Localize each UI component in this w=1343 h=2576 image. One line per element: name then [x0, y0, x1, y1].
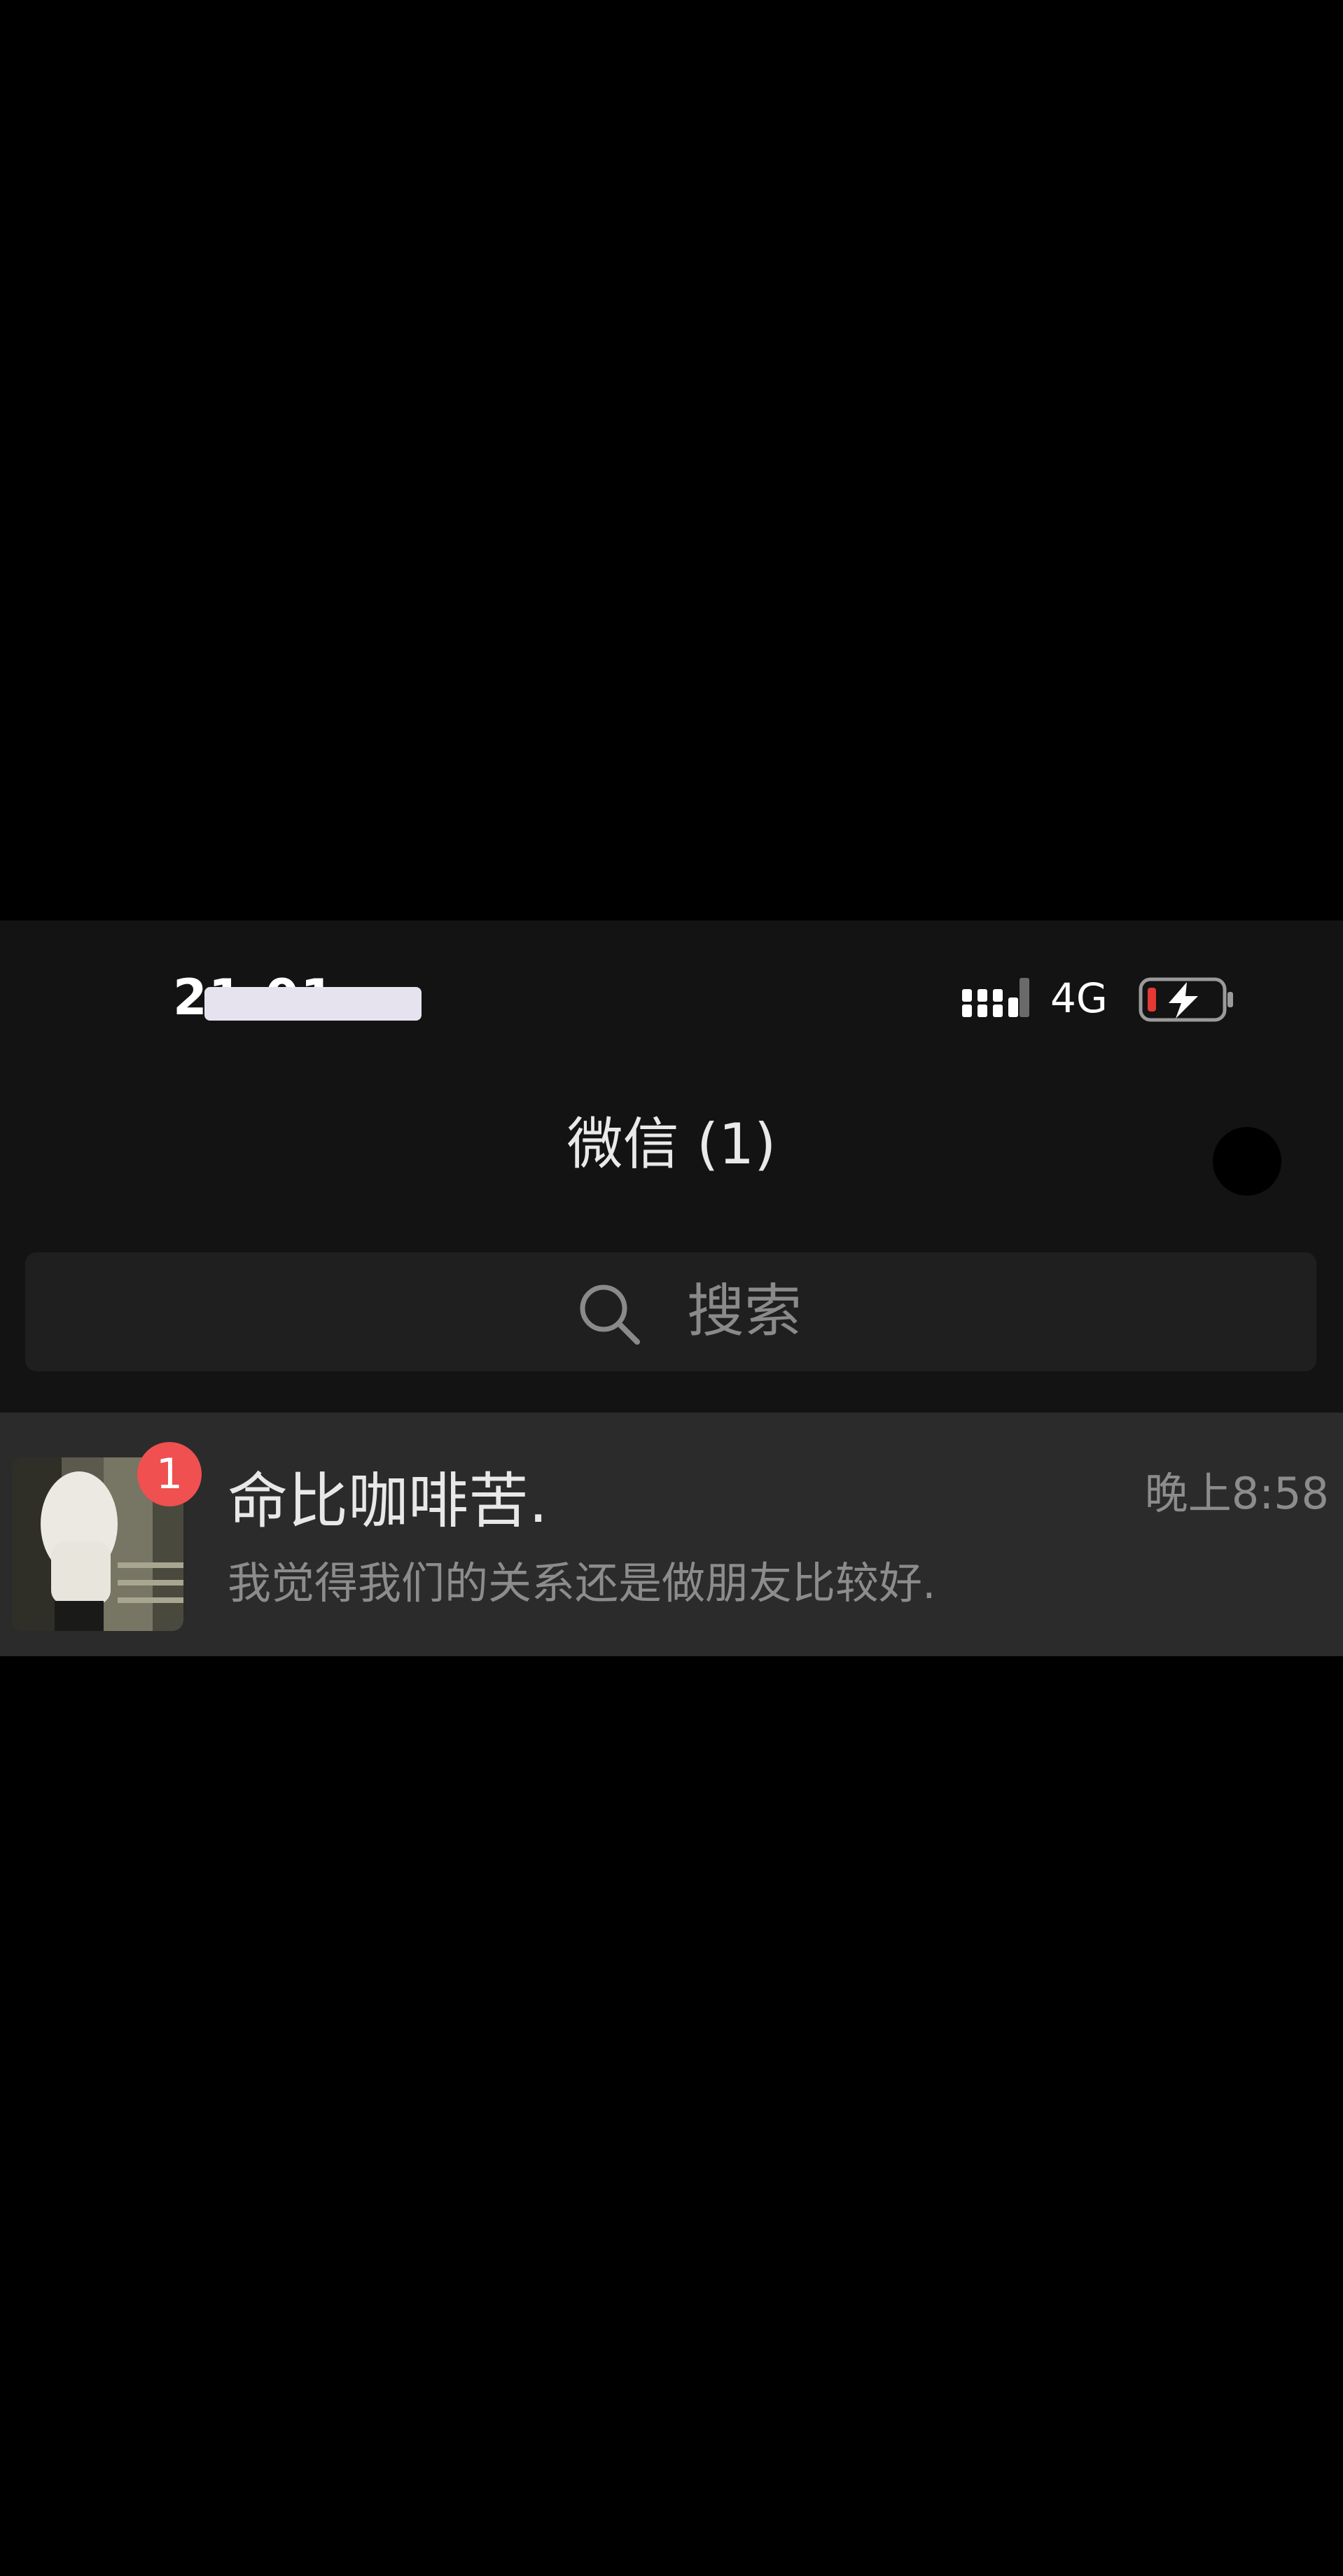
- chat-time: 晚上8:58: [1144, 1468, 1329, 1519]
- battery-charging-icon: [1139, 977, 1233, 1022]
- blank-area-top: [0, 0, 1343, 920]
- signal-bars-icon: [962, 978, 1029, 1017]
- search-input[interactable]: 搜索: [25, 1252, 1316, 1371]
- chat-list-item[interactable]: 1 命比咖啡苦. 晚上8:58 我觉得我们的关系还是做朋友比较好.: [0, 1413, 1343, 1656]
- search-placeholder: 搜索: [687, 1278, 802, 1345]
- unread-badge: 1: [137, 1442, 202, 1506]
- page-title: 微信 (1): [566, 1112, 777, 1177]
- more-icon[interactable]: [1213, 1127, 1281, 1196]
- redaction-bar: [204, 987, 422, 1021]
- network-type: 4G: [1050, 974, 1108, 1022]
- search-icon: [580, 1284, 640, 1345]
- title-bar: 微信 (1): [0, 1110, 1343, 1180]
- chat-name: 命比咖啡苦.: [228, 1466, 548, 1536]
- status-bar: 21:01 4G: [0, 920, 1343, 1022]
- wechat-panel: 21:01 4G 微信 (1) 搜索: [0, 920, 1343, 1413]
- chat-preview: 我觉得我们的关系还是做朋友比较好.: [228, 1558, 936, 1609]
